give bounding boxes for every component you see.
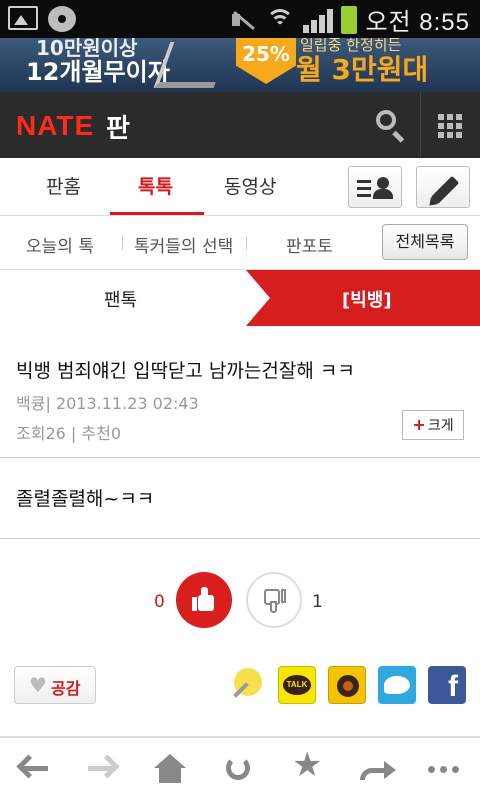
treadmill-image [153, 42, 231, 88]
all-list-button[interactable]: 전체목록 [382, 224, 468, 260]
wifi-icon [265, 7, 295, 33]
twitter-bird-icon [384, 676, 410, 694]
section-title[interactable]: 판 [106, 108, 130, 145]
post-body: 졸렬졸렬해~ㅋㅋ [16, 488, 155, 510]
subtab-separator [246, 236, 247, 250]
subtab-pan-photo[interactable]: 판포토 [286, 232, 333, 257]
subtab-users-choice[interactable]: 톡커들의 선택 [134, 232, 233, 257]
breadcrumb-bigbang-label: [빅뱅] [342, 290, 392, 311]
menu-grid-icon[interactable] [438, 114, 462, 138]
header-divider [420, 92, 421, 158]
ad-text-4: 월 3만원대 [296, 53, 429, 86]
mute-icon [229, 7, 257, 33]
font-bigger-button[interactable]: + 크게 [402, 410, 464, 440]
tab-toktok[interactable]: 톡톡 [138, 172, 173, 199]
status-bar: 오전 8:55 [0, 0, 480, 38]
body-divider [0, 538, 480, 539]
active-tab-indicator [110, 212, 204, 215]
home-icon[interactable] [152, 752, 188, 786]
category-breadcrumb: 팬톡 [빅뱅] [0, 270, 480, 326]
media-notification-icon [48, 6, 76, 32]
like-label: 공감 [51, 679, 81, 698]
post-header: 빅뱅 범죄얘긴 입딱닫고 남까는건잘해 ㅋㅋ 백큥| 2013.11.23 02… [0, 326, 480, 458]
post-title: 빅뱅 범죄얘긴 입딱닫고 남까는건잘해 ㅋㅋ [16, 360, 355, 382]
tab-pan-home[interactable]: 판홈 [46, 172, 81, 199]
write-button[interactable] [416, 166, 470, 208]
more-icon[interactable] [428, 752, 464, 786]
refresh-icon[interactable] [220, 752, 256, 786]
upvote-button[interactable] [176, 572, 232, 628]
recommend-count: 추천0 [81, 424, 121, 443]
meta-separator: | [45, 394, 56, 413]
search-icon[interactable] [372, 106, 408, 143]
gallery-notification-icon [8, 6, 38, 30]
tab-video[interactable]: 동영상 [224, 172, 276, 199]
pencil-icon [430, 175, 460, 205]
kakaostory-icon [335, 673, 361, 699]
post-meta: 백큥| 2013.11.23 02:43 [16, 390, 199, 414]
share-kakaotalk-button[interactable]: TALK [278, 666, 316, 704]
ad-text-2: 12개월무이자 [26, 58, 170, 86]
back-icon[interactable] [16, 752, 52, 786]
downvote-button[interactable] [246, 572, 302, 628]
sub-tabs: 오늘의 톡 톡커들의 선택 판포토 전체목록 [0, 216, 480, 270]
battery-icon [341, 5, 358, 34]
my-profile-button[interactable] [348, 166, 402, 208]
share-icon[interactable] [358, 752, 396, 786]
meta-separator: | [65, 424, 82, 443]
heart-icon: ♥ [29, 673, 47, 697]
signal-icon [303, 7, 334, 33]
post-date: 2013.11.23 02:43 [55, 394, 199, 413]
main-tabs: 판홈 톡톡 동영상 [0, 158, 480, 216]
share-kakaostory-key-button[interactable] [230, 666, 268, 704]
share-twitter-button[interactable] [378, 666, 416, 704]
share-facebook-button[interactable]: f [428, 666, 466, 704]
nate-logo[interactable]: NATE [16, 110, 94, 142]
plus-icon: + [412, 415, 426, 434]
subtab-separator [122, 236, 123, 250]
browser-toolbar: ★ [0, 738, 480, 800]
star-icon[interactable]: ★ [290, 748, 326, 786]
forward-icon[interactable] [84, 752, 120, 786]
thumbs-up-icon [192, 587, 214, 611]
subtab-today[interactable]: 오늘의 톡 [26, 232, 94, 257]
kakaotalk-icon: TALK [283, 675, 311, 695]
downvote-count: 1 [312, 592, 323, 612]
upvote-count: 0 [154, 592, 165, 612]
post-author[interactable]: 백큥 [16, 394, 45, 413]
thumbs-down-icon [264, 589, 286, 613]
post-stats: 조회26 | 추천0 [16, 420, 121, 444]
ad-banner[interactable]: 10만원이상 12개월무이자 25% 일립중 한정히든 월 3만원대 [0, 38, 480, 92]
ad-discount-badge: 25% [236, 38, 296, 84]
share-kakaostory-button[interactable] [328, 666, 366, 704]
like-button[interactable]: ♥ 공감 [14, 666, 96, 704]
font-bigger-label: 크게 [427, 418, 454, 434]
view-count: 조회26 [16, 424, 66, 443]
user-list-icon [357, 177, 395, 199]
breadcrumb-fantalk-label: 팬톡 [104, 290, 138, 311]
clock: 오전 8:55 [365, 9, 470, 36]
app-header: NATE 판 [0, 92, 480, 158]
